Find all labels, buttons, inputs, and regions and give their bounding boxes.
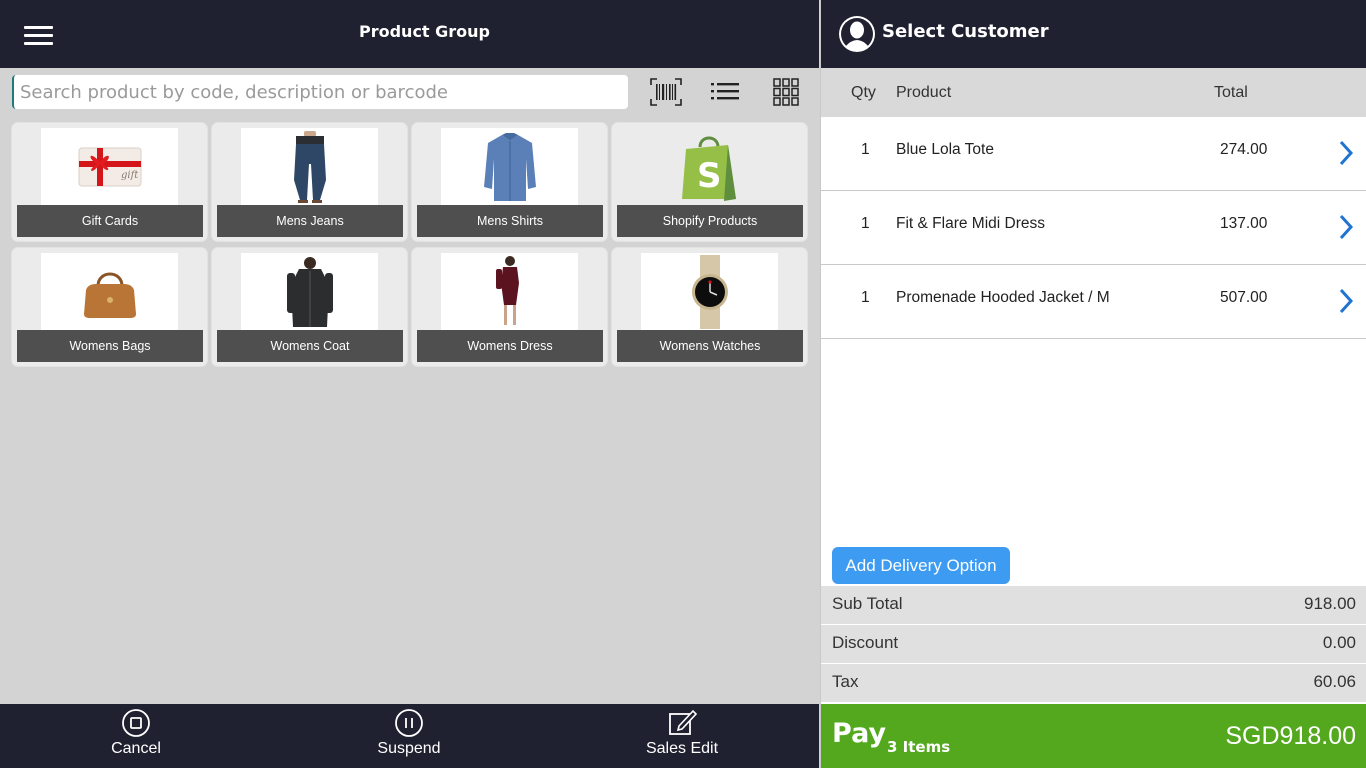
discount-row[interactable]: Discount 0.00 [821, 625, 1366, 663]
product-group-tile[interactable]: gift Gift Cards [12, 123, 207, 241]
svg-text:S: S [697, 156, 722, 196]
product-group-tile[interactable]: Womens Dress [412, 248, 607, 366]
line-qty: 1 [861, 289, 870, 306]
top-bar: Product Group [0, 0, 819, 68]
tile-label: Womens Bags [17, 330, 203, 362]
shopify-bag-image: S [641, 128, 778, 205]
subtotal-row: Sub Total 918.00 [821, 586, 1366, 624]
grid-view-icon[interactable] [770, 78, 802, 106]
tax-value: 60.06 [1313, 672, 1356, 691]
sales-edit-button[interactable]: Sales Edit [612, 704, 752, 768]
qty-header: Qty [851, 84, 876, 101]
line-total: 137.00 [1220, 215, 1268, 232]
subtotal-label: Sub Total [832, 594, 903, 613]
search-input[interactable] [12, 75, 628, 109]
total-header: Total [1214, 84, 1248, 101]
product-group-tile[interactable]: Mens Jeans [212, 123, 407, 241]
dress-image [441, 253, 578, 330]
cancel-button[interactable]: Cancel [66, 704, 206, 768]
page-title: Product Group [358, 22, 490, 41]
edit-icon [669, 709, 697, 735]
action-bar: Cancel Suspend Sales Edit [0, 704, 819, 768]
pay-label: Pay [832, 718, 887, 749]
tile-label: Mens Shirts [417, 205, 603, 237]
cart-line-item[interactable]: 1 Blue Lola Tote 274.00 [821, 117, 1366, 191]
cart-line-item[interactable]: 1 Promenade Hooded Jacket / M 507.00 [821, 265, 1366, 339]
suspend-button[interactable]: Suspend [339, 704, 479, 768]
cancel-label: Cancel [111, 740, 161, 757]
add-delivery-option-button[interactable]: Add Delivery Option [832, 547, 1010, 584]
barcode-icon[interactable] [650, 78, 682, 106]
shirt-image [441, 128, 578, 205]
product-group-tile[interactable]: Womens Coat [212, 248, 407, 366]
product-panel: Product Group Search product by code, de… [0, 0, 819, 768]
jeans-image [241, 128, 378, 205]
product-group-tile[interactable]: S Shopify Products [612, 123, 807, 241]
tax-label: Tax [832, 672, 859, 691]
tax-row: Tax 60.06 [821, 664, 1366, 702]
product-header: Product [896, 84, 952, 101]
pay-button[interactable]: Pay 3 Items SGD918.00 [821, 704, 1366, 768]
tile-label: Womens Coat [217, 330, 403, 362]
select-customer-label: Select Customer [882, 21, 1049, 42]
cart-panel: Select Customer Qty Product Total 1 Blue… [820, 0, 1366, 768]
pay-amount: SGD918.00 [1225, 722, 1356, 750]
product-group-tile[interactable]: Mens Shirts [412, 123, 607, 241]
line-qty: 1 [861, 215, 870, 232]
chevron-right-icon[interactable] [1337, 213, 1355, 241]
discount-label: Discount [832, 633, 899, 652]
product-group-tile[interactable]: Womens Bags [12, 248, 207, 366]
chevron-right-icon[interactable] [1337, 139, 1355, 167]
user-avatar-icon [839, 16, 875, 52]
line-total: 274.00 [1220, 141, 1268, 158]
tile-label: Gift Cards [17, 205, 203, 237]
cart-header: Qty Product Total [821, 68, 1366, 118]
cart-line-item[interactable]: 1 Fit & Flare Midi Dress 137.00 [821, 191, 1366, 265]
pause-icon [395, 709, 423, 737]
watch-image [641, 253, 778, 330]
tile-label: Womens Dress [417, 330, 603, 362]
search-bar [0, 68, 819, 120]
product-group-tile[interactable]: Womens Watches [612, 248, 807, 366]
item-count: 3 Items [887, 738, 951, 756]
line-total: 507.00 [1220, 289, 1268, 306]
chevron-right-icon[interactable] [1337, 287, 1355, 315]
suspend-label: Suspend [377, 740, 441, 757]
tile-label: Womens Watches [617, 330, 803, 362]
coat-image [241, 253, 378, 330]
line-product: Blue Lola Tote [896, 141, 994, 158]
line-product: Promenade Hooded Jacket / M [896, 289, 1110, 306]
stop-icon [122, 709, 150, 737]
handbag-image [41, 253, 178, 330]
line-qty: 1 [861, 141, 870, 158]
svg-text:gift: gift [121, 170, 139, 181]
subtotal-value: 918.00 [1304, 594, 1356, 613]
gift-card-image: gift [41, 128, 178, 205]
tile-label: Mens Jeans [217, 205, 403, 237]
line-product: Fit & Flare Midi Dress [896, 215, 1045, 232]
list-view-icon[interactable] [709, 78, 741, 106]
discount-value: 0.00 [1322, 633, 1356, 652]
tile-label: Shopify Products [617, 205, 803, 237]
select-customer-button[interactable]: Select Customer [821, 0, 1366, 68]
sales-edit-label: Sales Edit [645, 740, 719, 757]
